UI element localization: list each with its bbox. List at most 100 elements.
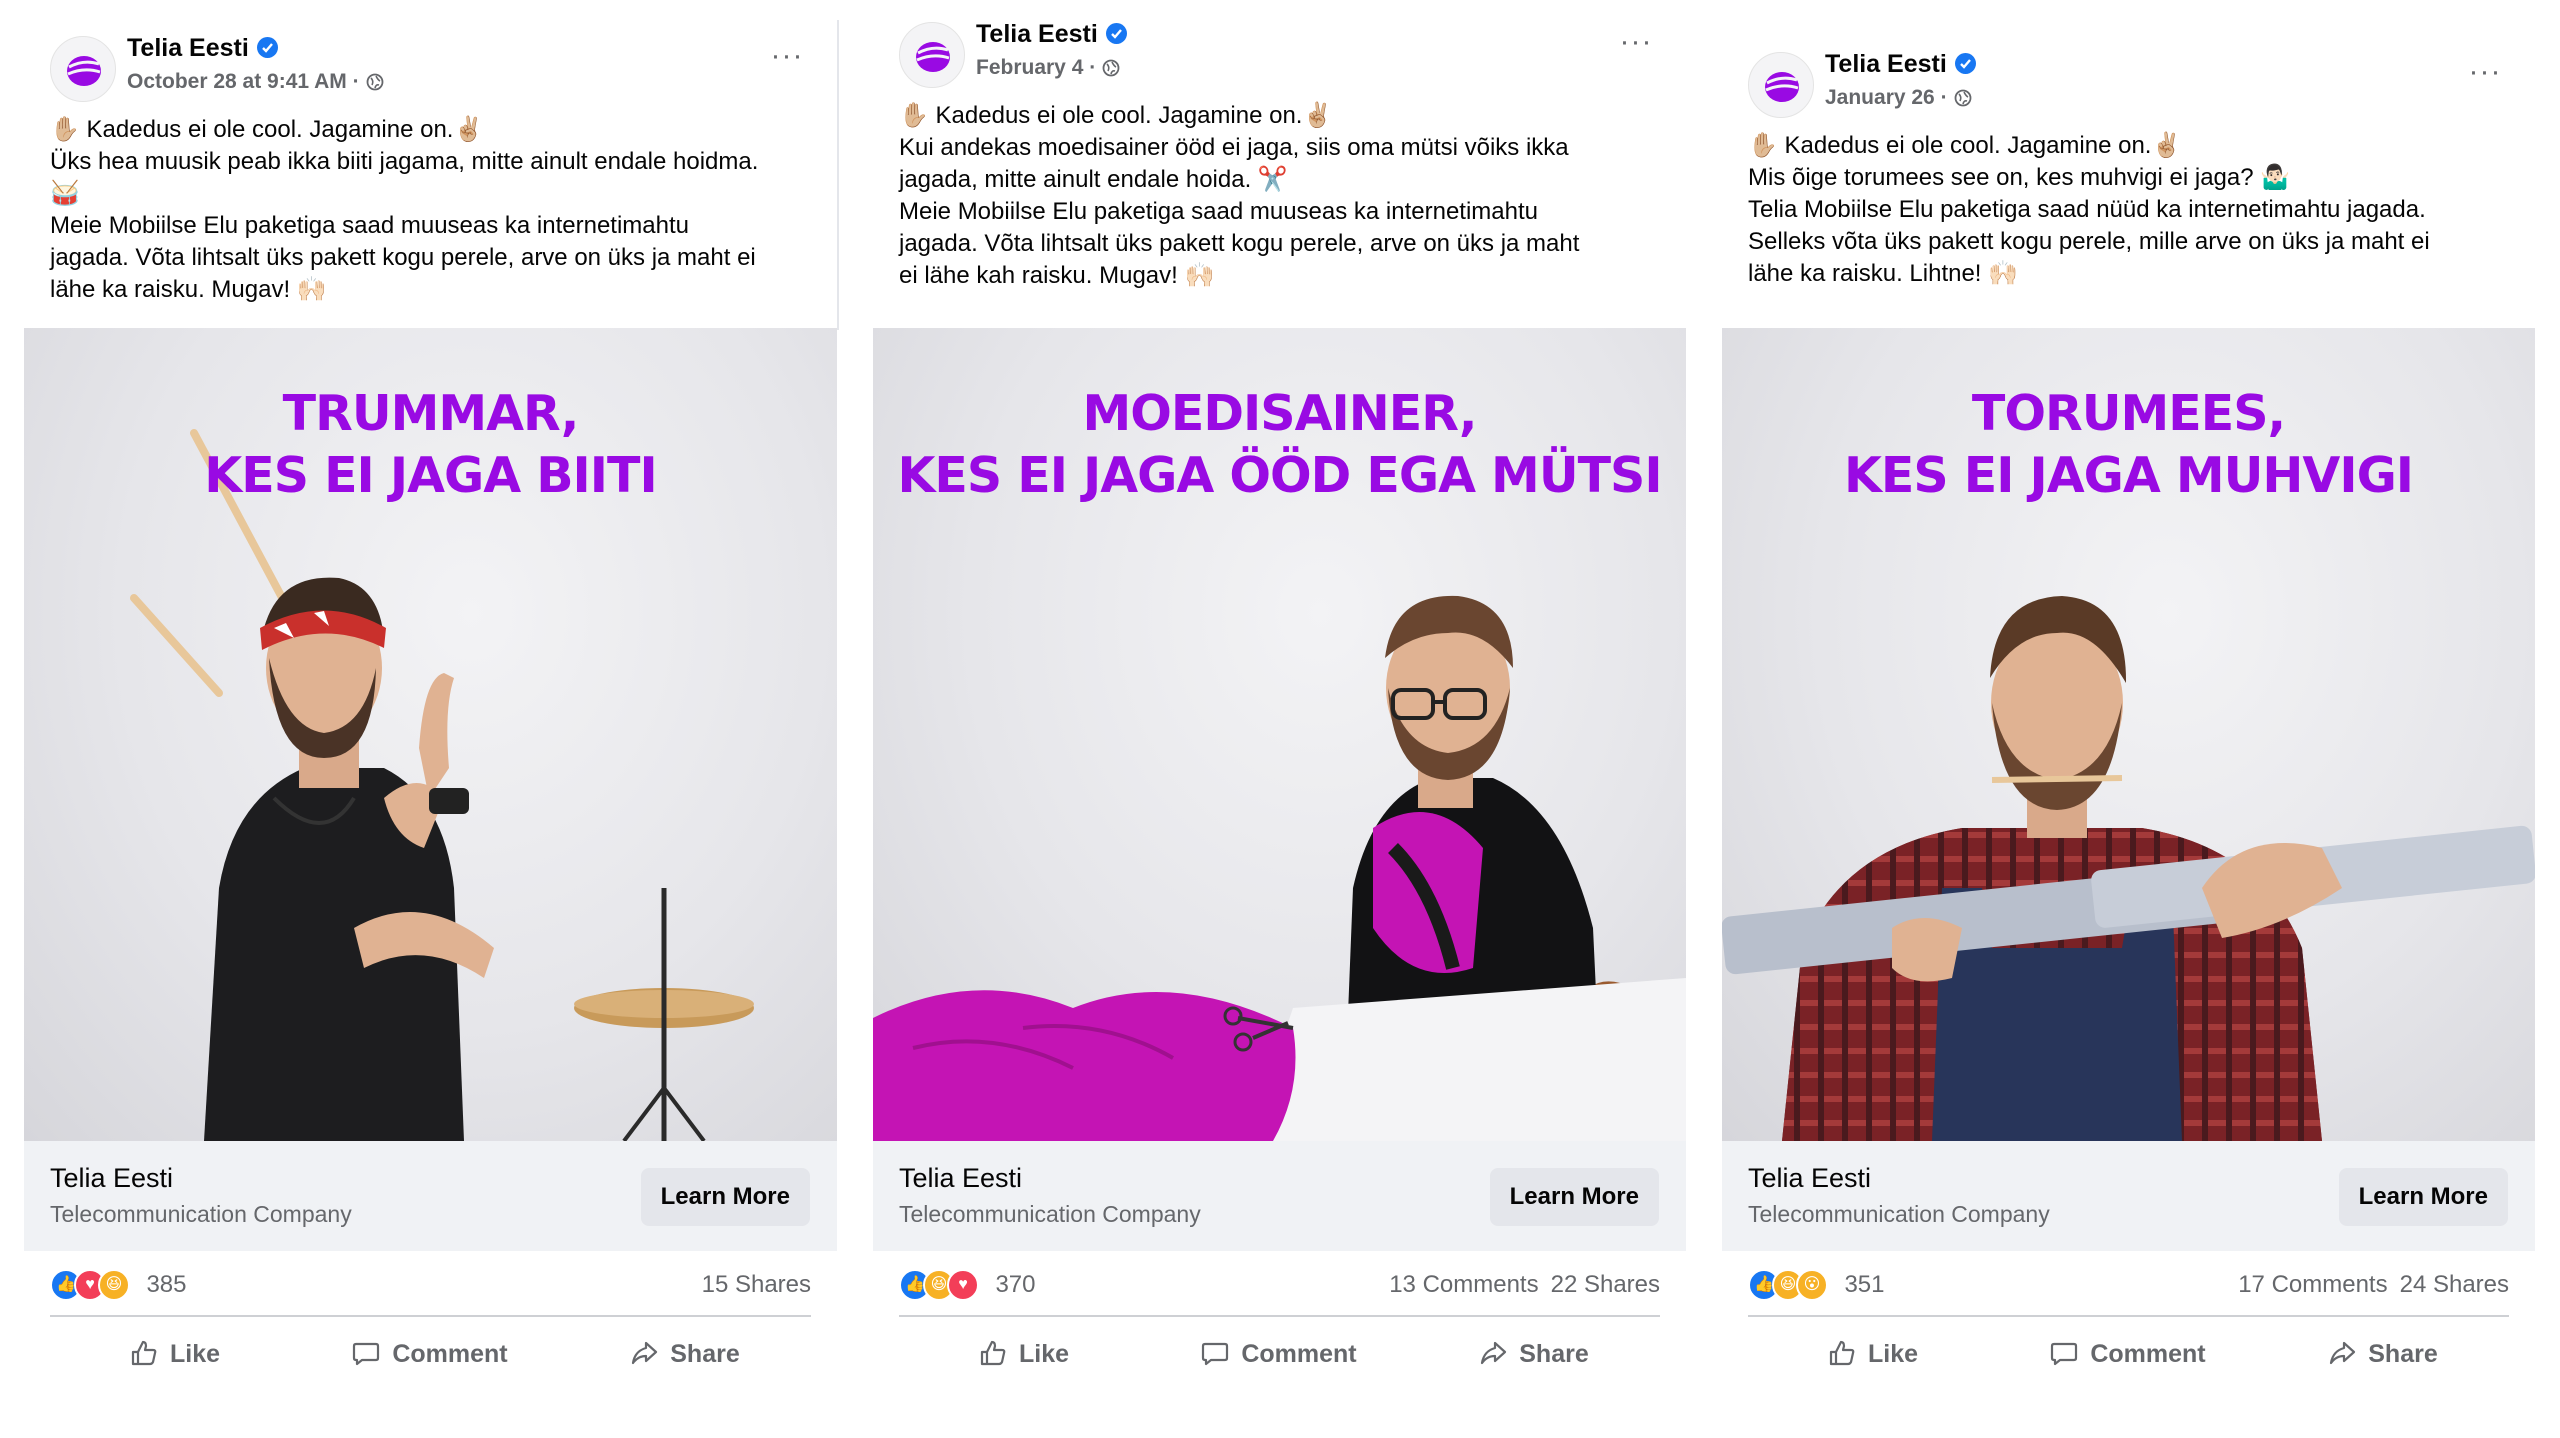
reactions-summary[interactable]: 👍 😆 ♥ 370	[899, 1269, 1036, 1301]
ad-headline-line: TORUMEES,	[1971, 385, 2286, 442]
post-timestamp[interactable]: January 26 ·	[1825, 86, 1972, 110]
facebook-post-plumber: Telia Eesti January 26 · ··· ✋🏼 Kadedus …	[1722, 40, 2535, 1420]
comments-shares: 15 Shares	[702, 1271, 811, 1299]
post-text-line: ✋🏼 Kadedus ei ole cool. Jagamine on.✌🏼	[1748, 132, 2182, 159]
page-name[interactable]: Telia Eesti	[1825, 50, 1976, 79]
reaction-count: 351	[1844, 1271, 1885, 1298]
reactions-summary[interactable]: 👍 ♥ 😆 385	[50, 1269, 187, 1301]
reaction-count: 385	[146, 1271, 187, 1298]
comment-icon	[2051, 1342, 2078, 1366]
post-text-line: lähe ka raisku. Mugav! 🙌🏻	[50, 276, 327, 303]
verified-badge-icon	[1105, 23, 1127, 44]
telia-logo-avatar[interactable]	[899, 22, 965, 88]
comments-shares: 17 Comments 24 Shares	[2238, 1271, 2509, 1299]
love-reaction-icon: ♥	[947, 1269, 979, 1301]
learn-more-button[interactable]: Learn More	[2338, 1168, 2508, 1226]
post-text: ✋🏼 Kadedus ei ole cool. Jagamine on.✌🏼 Ü…	[24, 114, 837, 314]
comment-button[interactable]: Comment	[1154, 1327, 1404, 1381]
engagement-stats: 👍 ♥ 😆 385 15 Shares	[50, 1251, 811, 1317]
post-text-line: 🥁	[50, 180, 80, 207]
post-text-line: Meie Mobiilse Elu paketiga saad muuseas …	[899, 198, 1539, 225]
post-text-line: jagada, mitte ainult endale hoida. ✂️	[899, 166, 1288, 193]
post-text-line: jagada. Võta lihtsalt üks pakett kogu pe…	[50, 244, 756, 271]
post-text-line: Telia Mobiilse Elu paketiga saad nüüd ka…	[1748, 196, 2426, 223]
facebook-post-drummer: Telia Eesti October 28 at 9:41 AM · ··· …	[24, 24, 837, 1420]
post-timestamp[interactable]: October 28 at 9:41 AM ·	[127, 70, 384, 94]
ad-headline-line: KES EI JAGA MUHVIGI	[1843, 447, 2414, 504]
comment-button[interactable]: Comment	[2003, 1327, 2253, 1381]
cta-bar[interactable]: Telia Eesti Telecommunication Company Le…	[873, 1141, 1686, 1251]
cta-category: Telecommunication Company	[899, 1201, 1201, 1227]
more-options-icon[interactable]: ···	[767, 41, 807, 76]
telia-logo-avatar[interactable]	[50, 36, 116, 102]
share-button[interactable]: Share	[2258, 1327, 2508, 1381]
globe-icon	[1954, 89, 1971, 107]
share-button[interactable]: Share	[1409, 1327, 1659, 1381]
comment-icon	[1202, 1342, 1229, 1366]
comments-count[interactable]: 13 Comments	[1389, 1271, 1538, 1298]
verified-badge-icon	[1954, 53, 1976, 74]
comments-count[interactable]: 17 Comments	[2238, 1271, 2387, 1298]
like-button[interactable]: Like	[1748, 1327, 1998, 1381]
verified-badge-icon	[256, 37, 278, 58]
learn-more-button[interactable]: Learn More	[1489, 1168, 1659, 1226]
cta-page-name: Telia Eesti	[1748, 1163, 1872, 1193]
shares-count[interactable]: 24 Shares	[2400, 1271, 2509, 1298]
post-text: ✋🏼 Kadedus ei ole cool. Jagamine on.✌🏼 M…	[1722, 130, 2535, 314]
post-text: ✋🏼 Kadedus ei ole cool. Jagamine on.✌🏼 K…	[873, 100, 1686, 314]
post-header: Telia Eesti October 28 at 9:41 AM · ···	[24, 24, 837, 114]
ad-image-plumber[interactable]: TORUMEES, KES EI JAGA MUHVIGI	[1722, 328, 2535, 1141]
post-header: Telia Eesti February 4 · ···	[873, 10, 1686, 100]
thumbs-up-icon	[131, 1340, 157, 1366]
shares-count[interactable]: 15 Shares	[702, 1271, 811, 1298]
post-text-line: Meie Mobiilse Elu paketiga saad muuseas …	[50, 212, 690, 239]
share-arrow-icon	[1481, 1341, 1507, 1365]
page-name[interactable]: Telia Eesti	[976, 20, 1127, 49]
like-button[interactable]: Like	[899, 1327, 1149, 1381]
comment-button[interactable]: Comment	[305, 1327, 555, 1381]
reactions-summary[interactable]: 👍 😆 😮 351	[1748, 1269, 1885, 1301]
cta-page-name: Telia Eesti	[899, 1163, 1023, 1193]
post-text-line: Kui andekas moedisainer ööd ei jaga, sii…	[899, 134, 1569, 161]
share-button[interactable]: Share	[560, 1327, 810, 1381]
ad-headline-line: KES EI JAGA ÖÖD EGA MÜTSI	[897, 447, 1662, 504]
post-text-line: jagada. Võta lihtsalt üks pakett kogu pe…	[899, 230, 1580, 257]
post-actions: Like Comment Share	[899, 1319, 1660, 1389]
like-button[interactable]: Like	[50, 1327, 300, 1381]
post-text-line: ✋🏼 Kadedus ei ole cool. Jagamine on.✌🏼	[50, 116, 484, 143]
comment-icon	[353, 1342, 380, 1366]
wow-reaction-icon: 😮	[1796, 1269, 1828, 1301]
post-text-line: Mis õige torumees see on, kes muhvigi ei…	[1748, 164, 2291, 191]
learn-more-button[interactable]: Learn More	[640, 1168, 810, 1226]
page-name[interactable]: Telia Eesti	[127, 34, 278, 63]
engagement-stats: 👍 😆 😮 351 17 Comments 24 Shares	[1748, 1251, 2509, 1317]
post-text-line: Selleks võta üks pakett kogu perele, mil…	[1748, 228, 2430, 255]
more-options-icon[interactable]: ···	[2465, 57, 2505, 92]
post-timestamp[interactable]: February 4 ·	[976, 56, 1120, 80]
post-actions: Like Comment Share	[50, 1319, 811, 1389]
cta-category: Telecommunication Company	[1748, 1201, 2050, 1227]
globe-icon	[1102, 59, 1120, 77]
comments-shares: 13 Comments 22 Shares	[1389, 1271, 1660, 1299]
cta-bar[interactable]: Telia Eesti Telecommunication Company Le…	[24, 1141, 837, 1251]
telia-logo-avatar[interactable]	[1748, 52, 1814, 118]
cta-category: Telecommunication Company	[50, 1201, 352, 1227]
more-options-icon[interactable]: ···	[1616, 27, 1656, 62]
ad-headline: TRUMMAR, KES EI JAGA BIITI	[24, 383, 837, 507]
share-arrow-icon	[2330, 1341, 2356, 1365]
ad-image-fashion-designer[interactable]: MOEDISAINER, KES EI JAGA ÖÖD EGA MÜTSI	[873, 328, 1686, 1141]
ad-headline: TORUMEES, KES EI JAGA MUHVIGI	[1722, 383, 2535, 507]
ad-headline-line: MOEDISAINER,	[1082, 385, 1478, 442]
haha-reaction-icon: 😆	[98, 1269, 130, 1301]
post-text-line: ✋🏼 Kadedus ei ole cool. Jagamine on.✌🏼	[899, 102, 1333, 129]
ad-headline-line: KES EI JAGA BIITI	[204, 447, 657, 504]
post-text-line: Üks hea muusik peab ikka biiti jagama, m…	[50, 148, 759, 175]
post-actions: Like Comment Share	[1748, 1319, 2509, 1389]
cta-bar[interactable]: Telia Eesti Telecommunication Company Le…	[1722, 1141, 2535, 1251]
ad-image-drummer[interactable]: TRUMMAR, KES EI JAGA BIITI	[24, 328, 837, 1141]
shares-count[interactable]: 22 Shares	[1551, 1271, 1660, 1298]
share-arrow-icon	[632, 1341, 658, 1365]
ad-headline: MOEDISAINER, KES EI JAGA ÖÖD EGA MÜTSI	[873, 383, 1686, 507]
engagement-stats: 👍 😆 ♥ 370 13 Comments 22 Shares	[899, 1251, 1660, 1317]
post-header: Telia Eesti January 26 · ···	[1722, 40, 2535, 130]
